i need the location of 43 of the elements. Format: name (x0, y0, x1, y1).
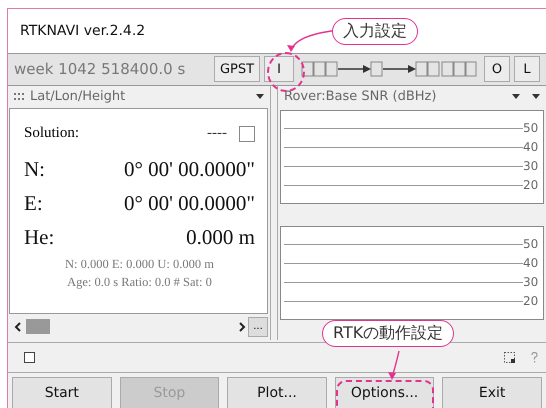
dropdown-arrow-icon[interactable] (256, 94, 264, 100)
output-button[interactable]: O (484, 56, 510, 82)
tick-label: 20 (523, 294, 540, 308)
action-button[interactable]: Plot... (227, 377, 327, 408)
highlight-ring (267, 52, 305, 92)
coordinate-label: E: (24, 191, 43, 216)
callout-label: 入力設定 (332, 18, 418, 45)
solution-info: N: 0.000 E: 0.000 U: 0.000 m (64, 256, 215, 273)
solution-label: Solution: (24, 125, 80, 142)
action-button[interactable]: Options... (334, 377, 434, 408)
tick-label: 50 (523, 121, 540, 136)
coordinate-value: 0° 00' 00.0000" (124, 157, 255, 182)
dropdown-arrow-icon[interactable] (532, 94, 540, 100)
coordinate-label: He: (24, 225, 54, 250)
scroll-right-icon[interactable] (238, 322, 246, 332)
tick-label: 30 (523, 159, 540, 174)
callout-arrow (386, 350, 402, 380)
tick-label: 40 (523, 256, 540, 270)
solution-status: ---- (207, 125, 227, 142)
tick-label: 50 (523, 237, 540, 252)
resize-grip-icon (504, 352, 515, 363)
tick-label: 40 (523, 140, 540, 154)
view-selector[interactable]: Lat/Lon/Height (30, 89, 250, 104)
coordinate-value: 0° 00' 00.0000" (124, 191, 255, 216)
scroll-left-icon[interactable] (14, 322, 22, 332)
more-button[interactable]: ... (248, 316, 268, 337)
square-icon (24, 352, 35, 363)
solution-info: Age: 0.0 s Ratio: 0.0 # Sat: 0 (66, 274, 213, 291)
time-system-button[interactable]: GPST (214, 56, 260, 82)
callout-label: RTKの動作設定 (322, 320, 454, 347)
input-button[interactable]: I (264, 56, 294, 82)
coordinate-label: N: (24, 157, 45, 182)
time-display: week 1042 518400.0 s (14, 60, 186, 78)
tick-label: 30 (523, 275, 540, 290)
log-button[interactable]: L (514, 56, 540, 82)
coordinate-value: 0.000 m (186, 225, 255, 250)
grip-icon (14, 92, 24, 101)
scrollbar-thumb[interactable] (26, 319, 50, 334)
action-button[interactable]: Exit (442, 377, 542, 408)
dropdown-arrow-icon[interactable] (512, 94, 520, 100)
action-button[interactable]: Start (12, 377, 112, 408)
tick-label: 20 (523, 178, 540, 192)
view-selector[interactable]: Rover:Base SNR (dBHz) (284, 89, 506, 104)
